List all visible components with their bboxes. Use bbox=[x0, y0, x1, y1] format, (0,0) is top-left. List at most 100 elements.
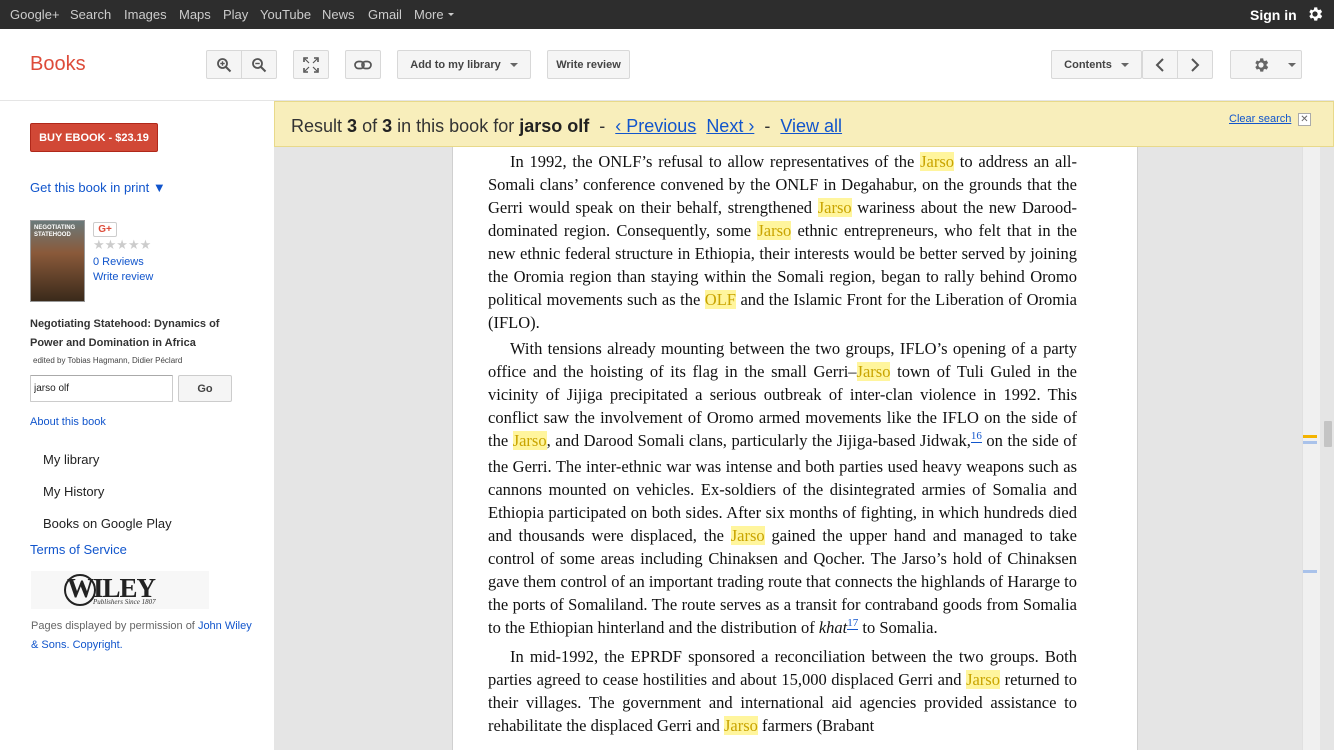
fullscreen-icon bbox=[303, 56, 319, 73]
book-sidebar: BUY EBOOK - $23.19 Get this book in prin… bbox=[0, 101, 274, 750]
chevron-down-icon bbox=[1120, 62, 1129, 67]
my-library-link[interactable]: My library bbox=[43, 452, 99, 467]
result-marker[interactable] bbox=[1303, 441, 1317, 444]
books-toolbar: Books Add to my library Write review Con… bbox=[0, 29, 1334, 101]
italic-text: khat bbox=[818, 618, 848, 637]
footnote-link[interactable]: 16 bbox=[970, 430, 982, 443]
view-all-results-link[interactable]: View all bbox=[780, 116, 842, 136]
book-page[interactable]: In 1992, the ONLF’s refusal to allow rep… bbox=[452, 147, 1138, 750]
add-to-library-label: Add to my library bbox=[410, 58, 501, 71]
search-highlight: Jarso bbox=[757, 221, 792, 240]
result-markers-track[interactable] bbox=[1302, 147, 1320, 750]
result-separator: - bbox=[599, 116, 606, 136]
add-to-library-button[interactable]: Add to my library bbox=[397, 50, 531, 79]
settings-gear-icon[interactable] bbox=[1306, 5, 1324, 23]
book-cover[interactable]: NEGOTIATING STATEHOOD bbox=[30, 220, 85, 302]
result-query: jarso olf bbox=[519, 116, 590, 136]
scrollbar-thumb[interactable] bbox=[1324, 421, 1332, 447]
zoom-in-button[interactable] bbox=[206, 50, 242, 79]
fullscreen-button[interactable] bbox=[293, 50, 329, 79]
footnote-link[interactable]: 17 bbox=[847, 617, 859, 630]
close-icon[interactable]: ✕ bbox=[1298, 113, 1311, 126]
nav-more[interactable]: More bbox=[414, 7, 454, 22]
text-run: to Somalia. bbox=[858, 618, 938, 637]
search-in-book-input[interactable] bbox=[30, 375, 173, 402]
copyright-link[interactable]: . Copyright. bbox=[66, 639, 122, 651]
link-button[interactable] bbox=[345, 50, 381, 79]
my-history-link[interactable]: My History bbox=[43, 484, 104, 499]
search-highlight: Jarso bbox=[723, 716, 758, 735]
search-highlight: OLF bbox=[704, 290, 736, 309]
contents-label: Contents bbox=[1064, 58, 1112, 71]
paragraph: With tensions already mounting between t… bbox=[488, 337, 1077, 642]
books-title[interactable]: Books bbox=[30, 53, 86, 76]
sign-in-link[interactable]: Sign in bbox=[1250, 7, 1297, 23]
rating-stars: ★★★★★ bbox=[93, 237, 152, 252]
write-review-label: Write review bbox=[556, 58, 621, 71]
search-highlight: Jarso bbox=[512, 431, 547, 450]
chevron-left-icon bbox=[1155, 57, 1164, 72]
clear-search-link[interactable]: Clear search bbox=[1229, 113, 1291, 125]
result-separator: - bbox=[764, 116, 771, 136]
permission-notice: Pages displayed by permission of John Wi… bbox=[31, 617, 261, 655]
result-of: of bbox=[362, 116, 378, 136]
text-run: In 1992, the ONLF’s refusal to allow rep… bbox=[510, 152, 921, 171]
publisher-logo[interactable]: WILEY Publishers Since 1807 bbox=[31, 571, 209, 609]
paragraph: In mid-1992, the EPRDF sponsored a recon… bbox=[488, 645, 1077, 737]
nav-images[interactable]: Images bbox=[124, 7, 167, 22]
result-summary: Result 3 of 3 in this book for jarso olf… bbox=[291, 116, 842, 137]
result-marker[interactable] bbox=[1303, 570, 1317, 573]
previous-result-link[interactable]: ‹ Previous bbox=[615, 116, 696, 136]
search-highlight: Jarso bbox=[920, 152, 955, 171]
next-page-button[interactable] bbox=[1177, 50, 1213, 79]
result-marker[interactable] bbox=[1303, 435, 1317, 438]
nav-google-plus[interactable]: Google+ bbox=[10, 7, 60, 22]
result-current: 3 bbox=[347, 116, 358, 136]
gear-icon bbox=[1255, 57, 1269, 72]
previous-page-button[interactable] bbox=[1142, 50, 1178, 79]
search-highlight: Jarso bbox=[730, 526, 765, 545]
terms-of-service-link[interactable]: Terms of Service bbox=[30, 542, 127, 557]
permission-prefix: Pages displayed by permission of bbox=[31, 620, 195, 632]
nav-maps[interactable]: Maps bbox=[179, 7, 211, 22]
result-prefix: Result bbox=[291, 116, 343, 136]
chevron-right-icon bbox=[1191, 57, 1200, 72]
nav-gmail[interactable]: Gmail bbox=[368, 7, 402, 22]
search-result-bar: Result 3 of 3 in this book for jarso olf… bbox=[274, 101, 1334, 147]
result-total: 3 bbox=[382, 116, 393, 136]
reviews-link[interactable]: 0 Reviews bbox=[93, 256, 144, 268]
write-review-button[interactable]: Write review bbox=[547, 50, 630, 79]
next-result-link[interactable]: Next › bbox=[706, 116, 754, 136]
zoom-out-button[interactable] bbox=[241, 50, 277, 79]
chevron-down-icon bbox=[1288, 62, 1296, 67]
book-viewer: Result 3 of 3 in this book for jarso olf… bbox=[274, 101, 1334, 750]
about-this-book-link[interactable]: About this book bbox=[30, 416, 106, 428]
zoom-out-icon bbox=[252, 57, 267, 72]
paragraph: In 1992, the ONLF’s refusal to allow rep… bbox=[488, 150, 1077, 334]
google-plus-one-button[interactable]: G+ bbox=[93, 222, 117, 237]
books-on-google-play-link[interactable]: Books on Google Play bbox=[43, 516, 172, 531]
chevron-down-icon bbox=[509, 62, 518, 67]
book-editors: edited by Tobias Hagmann, Didier Péclard bbox=[33, 356, 183, 365]
cover-title: NEGOTIATING STATEHOOD bbox=[34, 225, 76, 238]
contents-button[interactable]: Contents bbox=[1051, 50, 1142, 79]
nav-search[interactable]: Search bbox=[70, 7, 111, 22]
nav-news[interactable]: News bbox=[322, 7, 355, 22]
link-icon bbox=[354, 60, 372, 69]
get-book-in-print-link[interactable]: Get this book in print ▼ bbox=[30, 180, 166, 195]
search-highlight: Jarso bbox=[856, 362, 891, 381]
search-highlight: Jarso bbox=[817, 198, 852, 217]
nav-play[interactable]: Play bbox=[223, 7, 248, 22]
nav-youtube[interactable]: YouTube bbox=[260, 7, 311, 22]
search-highlight: Jarso bbox=[966, 670, 1000, 689]
text-run: , and Darood Somali clans, particularly … bbox=[546, 431, 971, 450]
search-go-button[interactable]: Go bbox=[178, 375, 232, 402]
result-mid: in this book for bbox=[397, 116, 515, 136]
buy-ebook-button[interactable]: BUY EBOOK - $23.19 bbox=[30, 123, 158, 152]
google-top-bar: Google+ Search Images Maps Play YouTube … bbox=[0, 0, 1334, 29]
page-text: In 1992, the ONLF’s refusal to allow rep… bbox=[488, 150, 1077, 740]
write-review-link[interactable]: Write review bbox=[93, 271, 153, 283]
publisher-logo-tagline: Publishers Since 1807 bbox=[93, 598, 156, 606]
view-settings-button[interactable] bbox=[1230, 50, 1302, 79]
text-run: farmers (Brabant bbox=[757, 716, 875, 735]
